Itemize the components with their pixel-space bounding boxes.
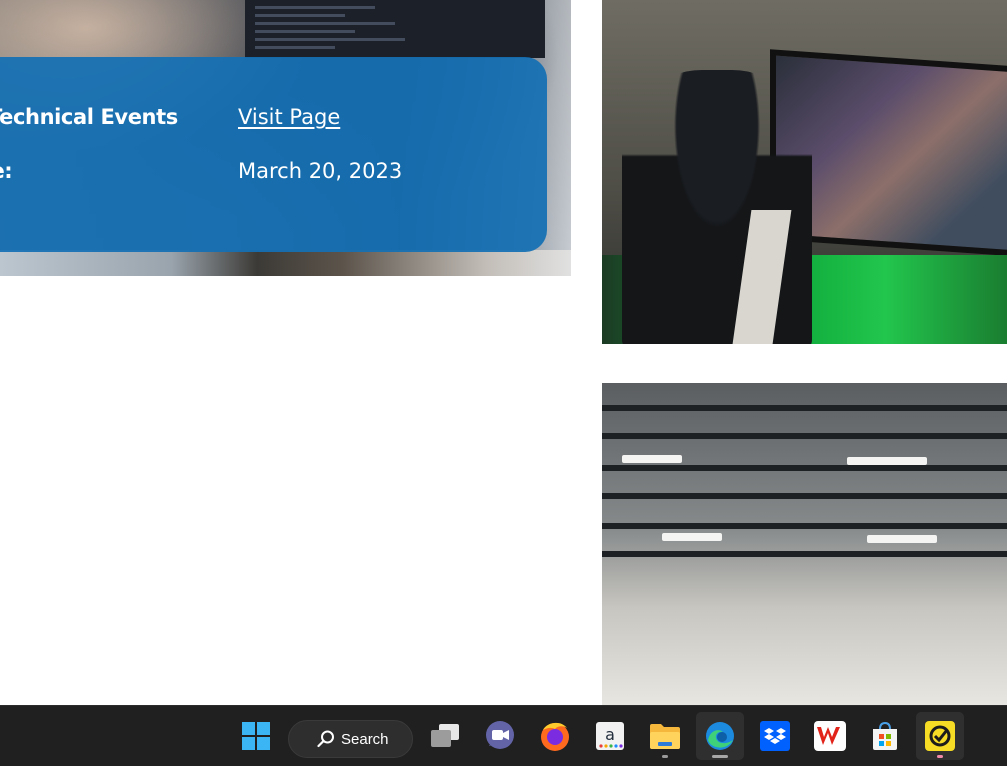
gaming-photo (602, 0, 1007, 344)
amazon-button[interactable]: a (586, 712, 634, 760)
task-app-button[interactable] (916, 712, 964, 760)
hero-image-bottom (0, 250, 571, 276)
gamer-silhouette (622, 70, 812, 344)
wps-office-button[interactable] (806, 712, 854, 760)
event-date-value: March 20, 2023 (238, 159, 403, 183)
amazon-icon: a (596, 722, 624, 750)
monitor-screen (245, 0, 545, 58)
task-view-icon (431, 724, 459, 747)
meet-app-button[interactable] (476, 712, 524, 760)
wps-office-icon (814, 721, 846, 751)
store-icon (873, 721, 897, 750)
task-view-button[interactable] (421, 712, 469, 760)
active-indicator (712, 755, 728, 758)
edge-button[interactable] (696, 712, 744, 760)
checkmark-app-icon (925, 721, 955, 751)
start-button[interactable] (232, 712, 280, 760)
edge-icon (706, 722, 734, 750)
svg-text:a: a (605, 725, 615, 744)
taskbar-search[interactable]: Search (288, 720, 413, 758)
running-indicator (662, 755, 668, 758)
video-chat-icon (486, 721, 514, 749)
event-category-label: Technical Events (0, 105, 178, 129)
dropbox-icon (760, 721, 790, 751)
search-label: Search (341, 730, 389, 748)
search-icon (317, 730, 334, 748)
firefox-button[interactable] (531, 712, 579, 760)
taskbar: Search a (0, 705, 1007, 766)
store-button[interactable] (861, 712, 909, 760)
event-info-card: Technical Events Visit Page Date: March … (0, 57, 547, 252)
windows-logo-icon (242, 722, 270, 750)
ceiling-photo (602, 383, 1007, 705)
firefox-icon (541, 722, 569, 751)
notification-indicator (937, 755, 943, 758)
date-label: Date: (0, 159, 13, 183)
visit-page-link[interactable]: Visit Page (238, 105, 340, 129)
dropbox-button[interactable] (751, 712, 799, 760)
folder-icon (650, 724, 680, 749)
file-explorer-button[interactable] (641, 712, 689, 760)
